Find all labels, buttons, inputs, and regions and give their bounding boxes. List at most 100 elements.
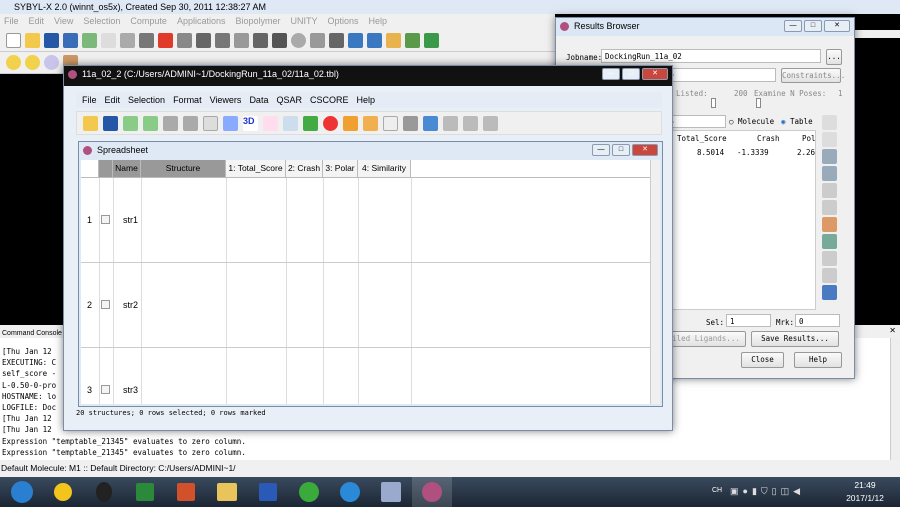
add-h-icon[interactable]: [253, 33, 268, 48]
list-icon[interactable]: [822, 149, 837, 164]
sybyl-icon[interactable]: [412, 477, 452, 507]
x-bond-icon[interactable]: [215, 33, 230, 48]
menu-data[interactable]: Data: [249, 95, 268, 105]
table-row[interactable]: 3 str3: [81, 385, 650, 397]
edit-icon[interactable]: [822, 166, 837, 181]
row-checkbox[interactable]: [101, 385, 110, 394]
calculator-icon[interactable]: [423, 116, 438, 131]
export-icon[interactable]: [143, 116, 158, 131]
sel-input[interactable]: 1: [726, 314, 771, 327]
tray-icons[interactable]: ▣●▮⛉▯◫◀: [730, 486, 804, 497]
close-results-button[interactable]: Close: [741, 352, 784, 368]
export-icon[interactable]: [101, 33, 116, 48]
ring-icon[interactable]: [196, 33, 211, 48]
molecule-icon[interactable]: [822, 268, 837, 283]
save-icon[interactable]: [103, 116, 118, 131]
import-icon[interactable]: [123, 116, 138, 131]
menu-unity[interactable]: UNITY: [291, 16, 318, 28]
poses-slider[interactable]: [756, 98, 761, 108]
spreadsheet-scrollbar[interactable]: [650, 160, 660, 404]
open-folder-icon[interactable]: [25, 33, 40, 48]
scroll-top-icon[interactable]: [822, 115, 837, 130]
cross-icon[interactable]: [234, 33, 249, 48]
menu-selection[interactable]: Selection: [83, 16, 120, 28]
spreadsheet-grid[interactable]: Name Structure 1: Total_Score 2: Crash 3…: [81, 160, 660, 404]
scatter-icon[interactable]: [263, 116, 278, 131]
close-button[interactable]: ✕: [632, 144, 658, 156]
checklist-icon[interactable]: [424, 33, 439, 48]
print-preview-icon[interactable]: [183, 116, 198, 131]
copy-icon[interactable]: [822, 200, 837, 215]
maximize-button[interactable]: □: [804, 20, 822, 32]
column-header-name[interactable]: Name: [113, 160, 141, 177]
grid-select-icon[interactable]: [223, 116, 238, 131]
delete-icon[interactable]: [158, 33, 173, 48]
menu-qsar[interactable]: QSAR: [276, 95, 302, 105]
export-icon[interactable]: [822, 285, 837, 300]
bulb-icon[interactable]: [25, 55, 40, 70]
maximize-button[interactable]: □: [622, 68, 640, 80]
camera-icon[interactable]: [139, 33, 154, 48]
menu-help[interactable]: Help: [356, 95, 375, 105]
new-file-icon[interactable]: [6, 33, 21, 48]
zoom-icon[interactable]: [822, 234, 837, 249]
constraints-button[interactable]: Constraints...: [781, 68, 845, 83]
menu-edit[interactable]: Edit: [105, 95, 121, 105]
molecule-radio[interactable]: ○ Molecule: [729, 117, 774, 126]
user-app-icon[interactable]: [371, 477, 411, 507]
menu-cscore[interactable]: CSCORE: [310, 95, 349, 105]
media-player-icon[interactable]: [330, 477, 370, 507]
color-rows-icon[interactable]: [363, 116, 378, 131]
sort-descending-icon[interactable]: [463, 116, 478, 131]
tool-icon[interactable]: [822, 251, 837, 266]
column-header-polar[interactable]: 3: Polar: [323, 160, 358, 177]
word-icon[interactable]: [248, 477, 288, 507]
filter-icon[interactable]: [483, 116, 498, 131]
no-icon[interactable]: [323, 116, 338, 131]
table-row[interactable]: 2 str2: [81, 300, 650, 312]
mrk-input[interactable]: 0: [795, 314, 840, 327]
empty-grid-icon[interactable]: [383, 116, 398, 131]
bond-icon[interactable]: [177, 33, 192, 48]
menu-options[interactable]: Options: [328, 16, 359, 28]
doc-icon[interactable]: [822, 183, 837, 198]
window-icon[interactable]: [348, 33, 363, 48]
column-header-similarity[interactable]: 4: Similarity: [358, 160, 411, 177]
minimize-button[interactable]: —: [592, 144, 610, 156]
column-header-polar[interactable]: Pol: [802, 134, 816, 143]
column-dropdown[interactable]: ▾: [666, 115, 726, 128]
menu-help[interactable]: Help: [369, 16, 388, 28]
layout-icon[interactable]: [367, 33, 382, 48]
bar-chart-icon[interactable]: [303, 116, 318, 131]
listed-slider[interactable]: [711, 98, 716, 108]
row-checkbox[interactable]: [101, 215, 110, 224]
music-app-icon[interactable]: [43, 477, 83, 507]
sync-app-icon[interactable]: [289, 477, 329, 507]
graph-icon[interactable]: [405, 33, 420, 48]
menu-format[interactable]: Format: [173, 95, 202, 105]
grid-icon[interactable]: [203, 116, 218, 131]
column-header-total-score[interactable]: Total_Score: [677, 134, 727, 143]
color-grid-icon[interactable]: [343, 116, 358, 131]
clock-date[interactable]: 2017/1/12: [840, 493, 890, 503]
menu-biopolymer[interactable]: Biopolymer: [235, 16, 280, 28]
scroll-bottom-icon[interactable]: [822, 132, 837, 147]
console-scrollbar[interactable]: [890, 338, 900, 460]
close-button[interactable]: ✕: [642, 68, 668, 80]
row-checkbox[interactable]: [101, 300, 110, 309]
menu-file[interactable]: File: [82, 95, 97, 105]
table-row[interactable]: 1 str1: [81, 215, 650, 227]
console-close-icon[interactable]: ✕: [889, 326, 896, 335]
browse-button[interactable]: ...: [826, 49, 842, 65]
tag-icon[interactable]: [386, 33, 401, 48]
save-results-button[interactable]: Save Results...: [751, 331, 839, 347]
menu-selection[interactable]: Selection: [128, 95, 165, 105]
minimize-button[interactable]: —: [602, 68, 620, 80]
column-header-total-score[interactable]: 1: Total_Score: [226, 160, 286, 177]
bulb-purple-icon[interactable]: [44, 55, 59, 70]
menu-file[interactable]: File: [4, 16, 19, 28]
print-icon[interactable]: [163, 116, 178, 131]
gear-icon[interactable]: [329, 33, 344, 48]
results-table[interactable]: Total_Score Crash Pol 8.5014 -1.3339 2.2…: [666, 130, 816, 310]
bulb-add-icon[interactable]: [6, 55, 21, 70]
